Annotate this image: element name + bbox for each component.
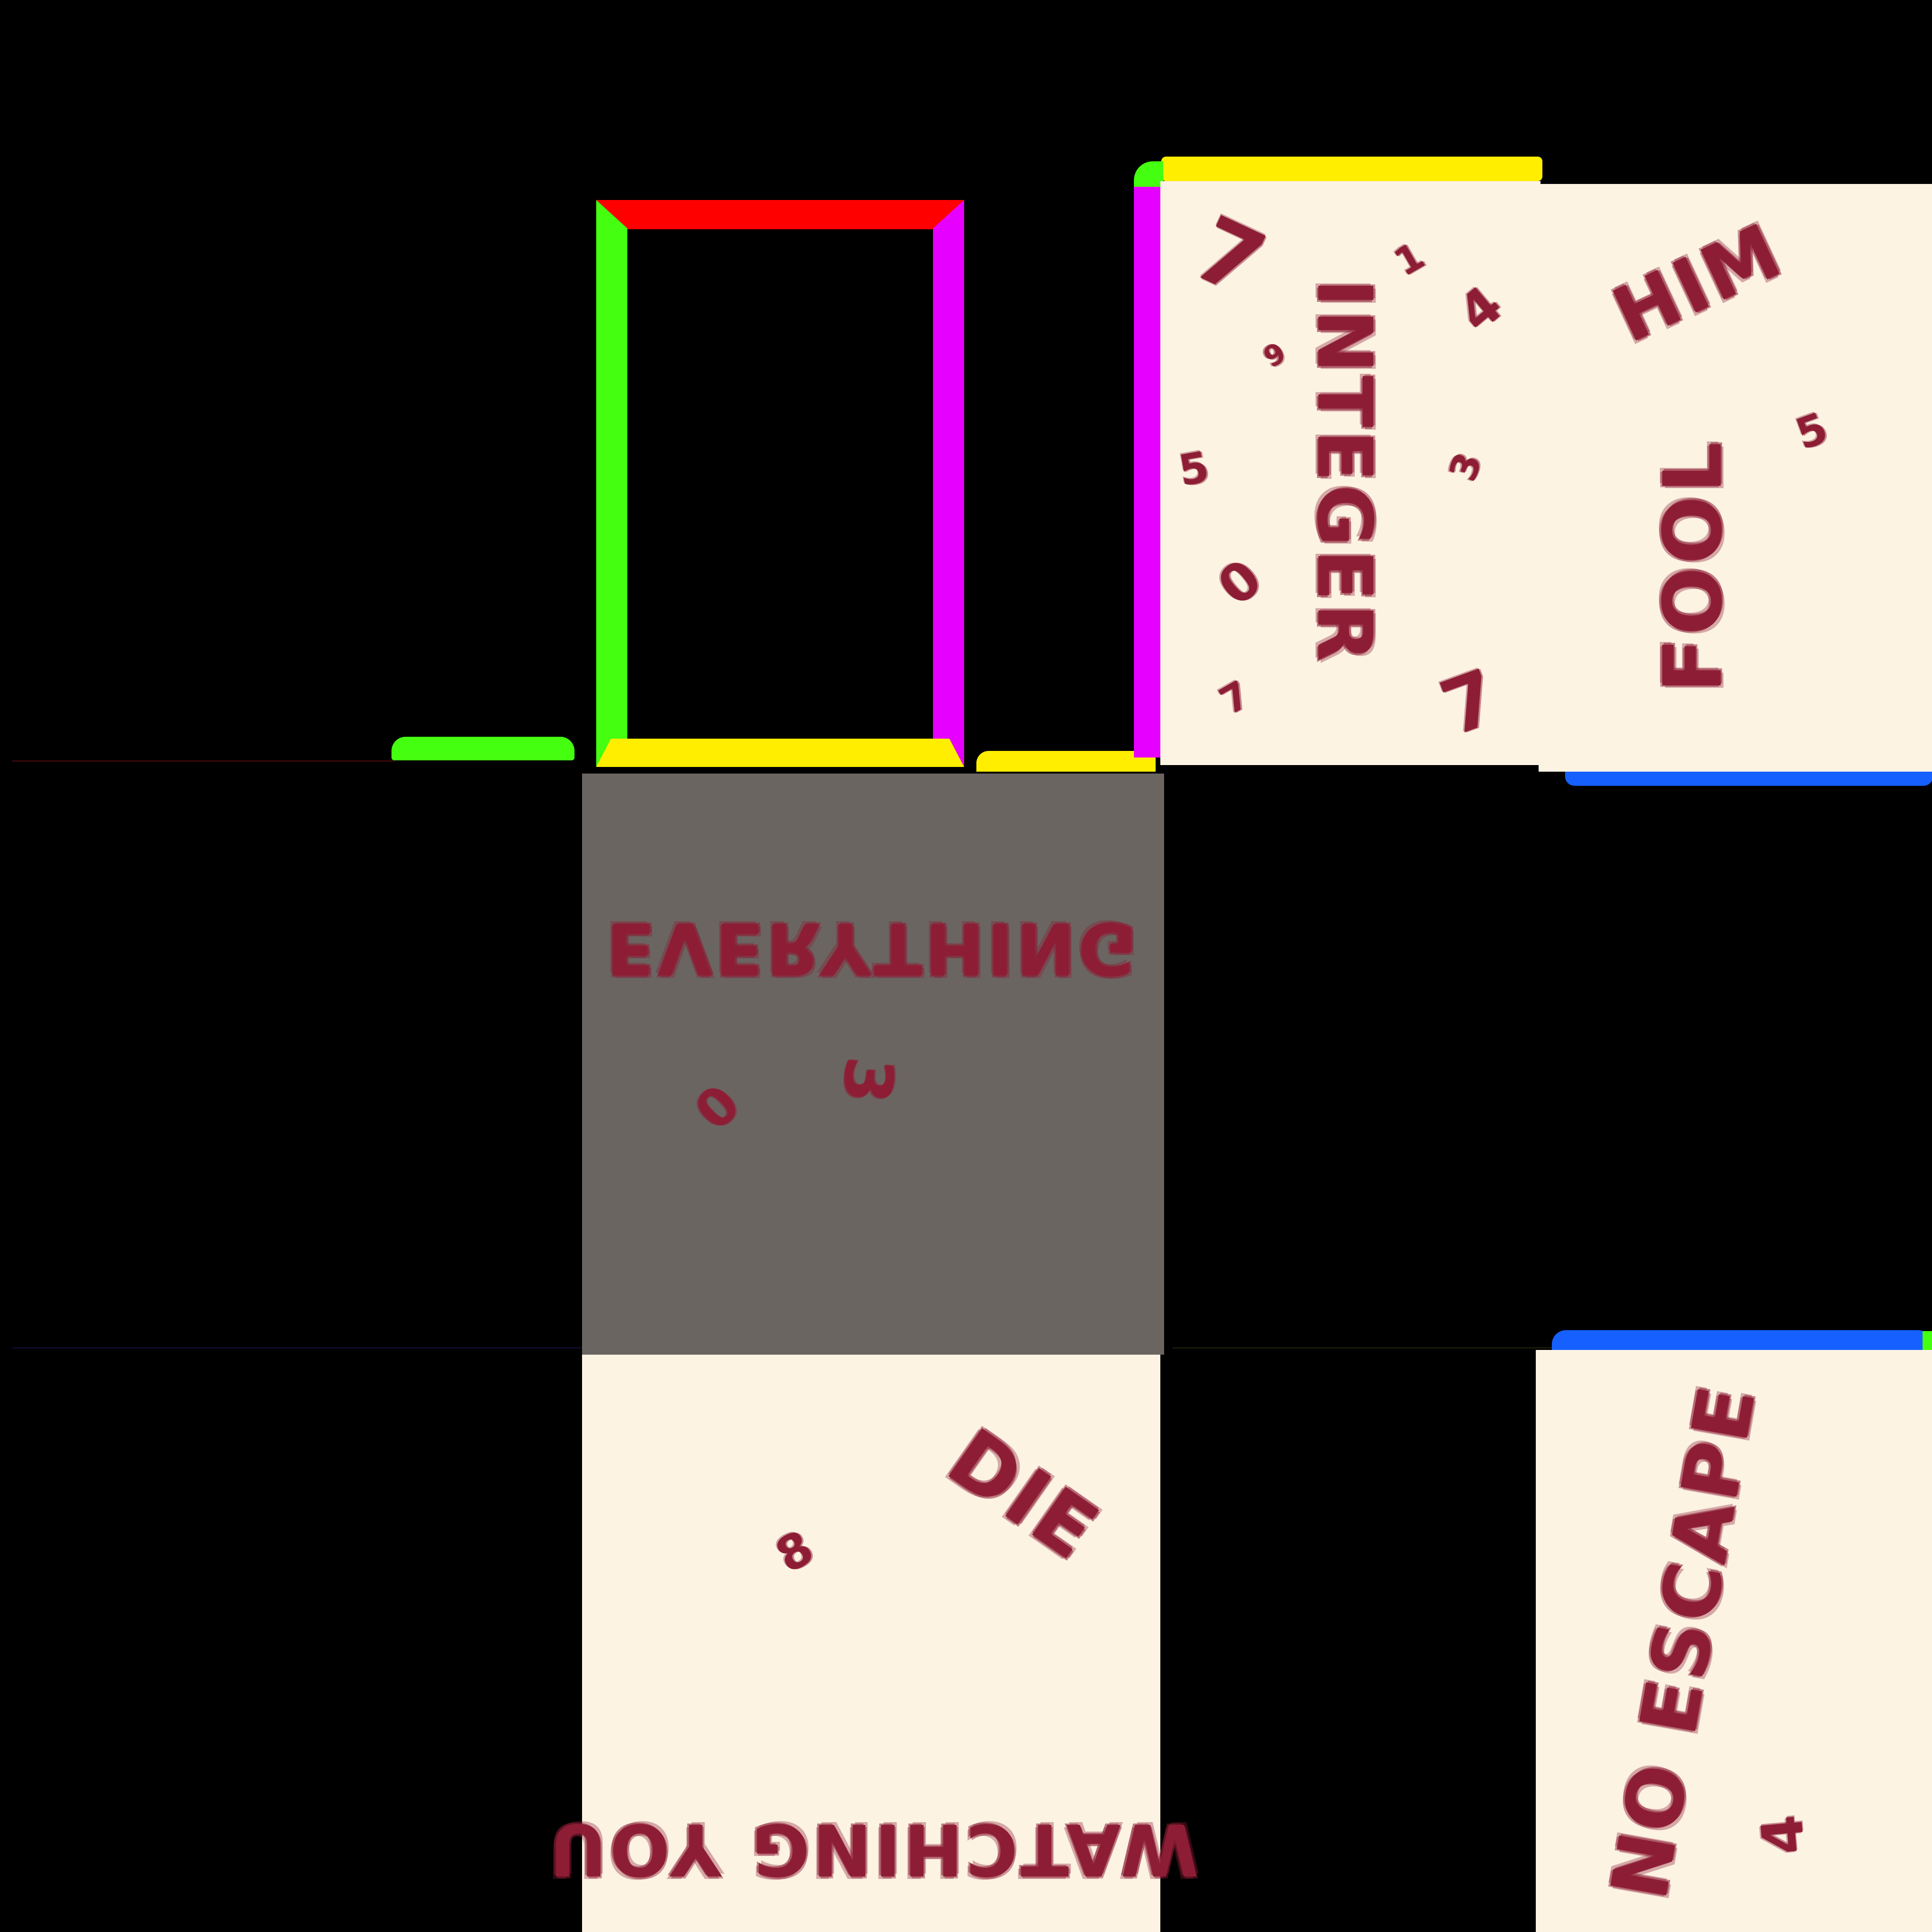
frame-left-edge: [596, 200, 627, 767]
digit-3-center: 3: [827, 1054, 908, 1107]
top-green-corner: [1134, 161, 1163, 188]
magenta-strip: [1134, 187, 1160, 758]
green-corner-right: [1923, 1331, 1932, 1350]
blue-strip-bottom: [1552, 1330, 1932, 1351]
hairline-red: [12, 760, 394, 762]
word-fool: FOOL: [1647, 439, 1740, 693]
hairline-olive: [1173, 1347, 1552, 1349]
hairline-blue: [12, 1347, 582, 1349]
blue-strip-top: [1565, 771, 1932, 786]
frame-right-edge: [933, 200, 964, 767]
digit-4-bottom: 4: [1749, 1812, 1818, 1857]
word-everything: EVERYTHING: [606, 907, 1139, 989]
yellow-smudge: [976, 751, 1156, 772]
word-integer: INTEGER: [1300, 279, 1389, 665]
green-smudge: [391, 737, 575, 760]
frame-bottom-edge: [596, 739, 964, 767]
top-yellow-strip: [1161, 157, 1542, 181]
texture-atlas: INTEGER 7 1 4 6 3 5 0 7 7 HIM FOOL 5 EVE…: [0, 0, 1932, 1932]
frame-top-edge: [596, 200, 964, 229]
word-watching-you: WATCHING YOU: [546, 1808, 1199, 1890]
